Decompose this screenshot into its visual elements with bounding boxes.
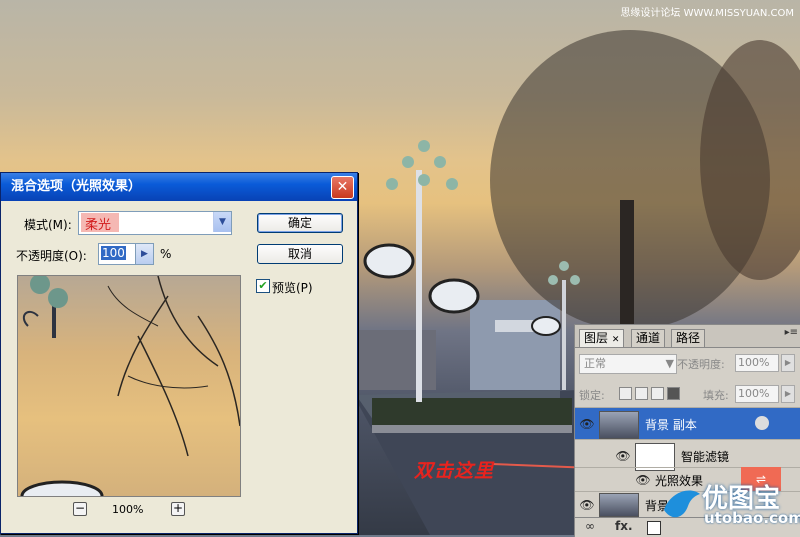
layer-thumbnail — [599, 411, 639, 439]
watermark-top: 思缘设计论坛 WWW.MISSYUAN.COM — [620, 8, 794, 19]
fx-icon[interactable]: fx. — [615, 519, 633, 533]
utobao-logo: 优图宝 utobao.com — [660, 478, 800, 534]
dialog-title: 混合选项（光照效果） — [11, 179, 142, 194]
chevron-down-icon[interactable]: ▼ — [213, 212, 231, 232]
lock-pixels-icon[interactable] — [635, 387, 648, 400]
cancel-button[interactable]: 取消 — [257, 244, 343, 264]
zoom-level: 100% — [112, 503, 144, 516]
blend-mode-value: 正常 — [584, 357, 606, 370]
annotation-double-click-here: 双击这里 — [414, 460, 495, 482]
opacity-value: 100 — [101, 246, 126, 260]
mode-value: 柔光 — [85, 218, 112, 233]
zoom-in-button[interactable]: + — [171, 502, 185, 516]
preview-scene — [20, 276, 240, 496]
eye-icon[interactable]: 👁 — [579, 416, 595, 432]
preview-image — [17, 275, 241, 497]
eye-icon[interactable]: 👁 — [615, 448, 631, 464]
opacity-label: 不透明度(O): — [16, 249, 87, 263]
layer-row-background-copy[interactable]: 👁 背景 副本 — [575, 407, 800, 440]
close-button[interactable]: ✕ — [331, 176, 354, 199]
panel-tabs: 图层 ✕ 通道 路径 ▸≡ — [575, 325, 800, 348]
opacity-unit: % — [160, 247, 172, 261]
lock-label: 锁定: — [579, 389, 605, 402]
ok-button[interactable]: 确定 — [257, 213, 343, 233]
mask-icon[interactable] — [647, 521, 661, 535]
preview-label: 预览(P) — [272, 281, 313, 295]
link-icon[interactable]: ∞ — [585, 519, 595, 533]
eye-icon[interactable]: 👁 — [635, 472, 651, 488]
mode-select[interactable]: 柔光 ▼ — [78, 211, 232, 235]
layer-opacity-label: 不透明度: — [677, 358, 725, 371]
chevron-down-icon: ▼ — [665, 357, 674, 370]
smart-object-icon — [755, 416, 769, 430]
layer-name: 智能滤镜 — [681, 450, 730, 464]
dialog-titlebar[interactable]: 混合选项（光照效果） ✕ — [1, 173, 357, 201]
close-icon: ✕ — [336, 179, 349, 195]
close-icon[interactable]: ✕ — [612, 335, 620, 345]
opacity-slider-arrow-icon[interactable]: ▶ — [135, 243, 154, 265]
tab-paths[interactable]: 路径 — [671, 329, 706, 347]
tab-channels[interactable]: 通道 — [631, 329, 666, 347]
tab-layers[interactable]: 图层 ✕ — [579, 329, 625, 347]
bird-logo-icon — [664, 490, 700, 518]
logo-url: utobao.com — [704, 509, 800, 527]
fill-input[interactable]: 100% — [735, 385, 779, 403]
mode-label: 模式(M): — [24, 218, 72, 232]
lock-all-icon[interactable] — [667, 387, 680, 400]
lock-position-icon[interactable] — [651, 387, 664, 400]
panel-menu-icon[interactable]: ▸≡ — [785, 327, 798, 338]
layer-opacity-input[interactable]: 100% — [735, 354, 779, 372]
preview-checkbox[interactable]: ✔ — [256, 279, 270, 293]
layer-name: 背景 副本 — [645, 418, 697, 432]
fill-label: 填充: — [703, 389, 729, 402]
opacity-input[interactable]: 100 — [98, 243, 136, 265]
fill-arrow-icon[interactable]: ▶ — [781, 385, 795, 403]
opacity-arrow-icon[interactable]: ▶ — [781, 354, 795, 372]
eye-icon[interactable]: 👁 — [579, 497, 595, 513]
lock-transparency-icon[interactable] — [619, 387, 632, 400]
layer-blend-mode-select[interactable]: 正常 ▼ — [579, 354, 677, 374]
layer-thumbnail — [599, 493, 639, 517]
zoom-out-button[interactable]: − — [73, 502, 87, 516]
